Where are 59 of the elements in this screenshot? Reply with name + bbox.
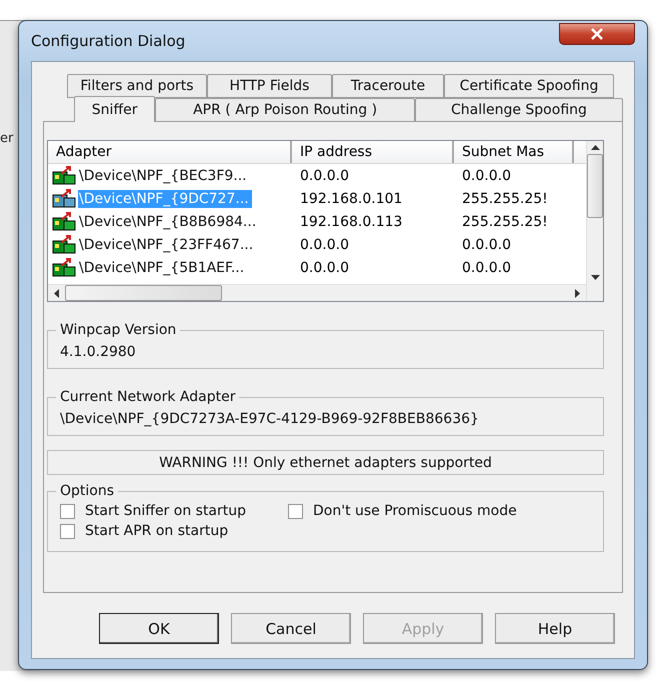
group-label: Current Network Adapter (59, 389, 236, 405)
ip-address: 0.0.0.0 (299, 260, 350, 276)
column-header[interactable]: IP address (292, 141, 454, 163)
option-checkbox[interactable]: Start Sniffer on startup (60, 503, 288, 519)
subnet-mask: 255.255.25! (461, 214, 549, 230)
network-card-icon (52, 188, 76, 208)
dialog-button[interactable]: Cancel (231, 613, 351, 644)
tab[interactable]: HTTP Fields (207, 74, 332, 98)
option-label: Start Sniffer on startup (85, 503, 246, 519)
scroll-down-icon[interactable] (590, 275, 600, 280)
adapter-name[interactable]: \Device\NPF_{BEC3F9... (78, 166, 250, 184)
tab[interactable]: Sniffer (74, 96, 156, 122)
group-label: Options (59, 483, 116, 499)
column-header[interactable]: Adapter (48, 141, 292, 163)
horizontal-scrollbar[interactable] (48, 284, 586, 301)
option-label: Don't use Promiscuous mode (313, 503, 517, 519)
network-card-icon (52, 212, 76, 232)
group-label: Winpcap Version (59, 322, 178, 338)
scroll-right-icon[interactable] (575, 288, 580, 298)
dialog-button[interactable]: OK (99, 613, 219, 644)
ip-address: 0.0.0.0 (299, 236, 350, 252)
window-title: Configuration Dialog (31, 32, 186, 50)
scroll-left-icon[interactable] (54, 288, 59, 298)
checkbox[interactable] (288, 504, 303, 518)
adapter-name[interactable]: \Device\NPF_{23FF467... (78, 236, 256, 254)
option-checkbox[interactable]: Don't use Promiscuous mode (288, 503, 593, 519)
option-checkbox[interactable]: Start APR on startup (60, 523, 288, 539)
scroll-thumb[interactable] (587, 154, 603, 218)
adapter-name[interactable]: \Device\NPF_{B8B6984... (78, 212, 260, 230)
close-button[interactable] (559, 23, 635, 45)
vertical-scrollbar[interactable] (586, 141, 603, 301)
network-card-icon (52, 234, 76, 254)
network-card-icon (52, 166, 76, 186)
winpcap-version: 4.1.0.2980 (60, 343, 137, 360)
column-header[interactable]: Subnet Mas (454, 141, 574, 163)
subnet-mask: 0.0.0.0 (461, 260, 512, 276)
adapter-name[interactable]: \Device\NPF_{5B1AEF... (78, 258, 248, 276)
current-adapter: \Device\NPF_{9DC7273A-E97C-4129-B969-92F8BEB86636} (60, 410, 480, 427)
scroll-thumb[interactable] (65, 285, 222, 301)
dialog-button[interactable]: Help (495, 613, 615, 644)
subnet-mask: 0.0.0.0 (461, 236, 512, 252)
tab[interactable]: Challenge Spoofing (414, 98, 623, 122)
tab[interactable]: Certificate Spoofing (444, 74, 614, 98)
checkbox[interactable] (60, 504, 75, 518)
subnet-mask: 0.0.0.0 (461, 168, 512, 184)
scroll-up-icon[interactable] (590, 145, 600, 150)
network-card-icon (52, 258, 76, 278)
option-label: Start APR on startup (85, 523, 228, 539)
checkbox[interactable] (60, 524, 75, 538)
background-text: er (0, 131, 14, 146)
ip-address: 0.0.0.0 (299, 168, 350, 184)
tab[interactable]: Traceroute (332, 74, 444, 98)
ip-address: 192.168.0.101 (299, 190, 404, 206)
tab[interactable]: Filters and ports (67, 74, 207, 98)
subnet-mask: 255.255.25! (461, 190, 549, 206)
ip-address: 192.168.0.113 (299, 214, 404, 230)
close-icon (589, 28, 605, 40)
tab[interactable]: APR ( Arp Poison Routing ) (155, 98, 415, 122)
warning-text: WARNING !!! Only ethernet adapters supported (47, 450, 604, 475)
